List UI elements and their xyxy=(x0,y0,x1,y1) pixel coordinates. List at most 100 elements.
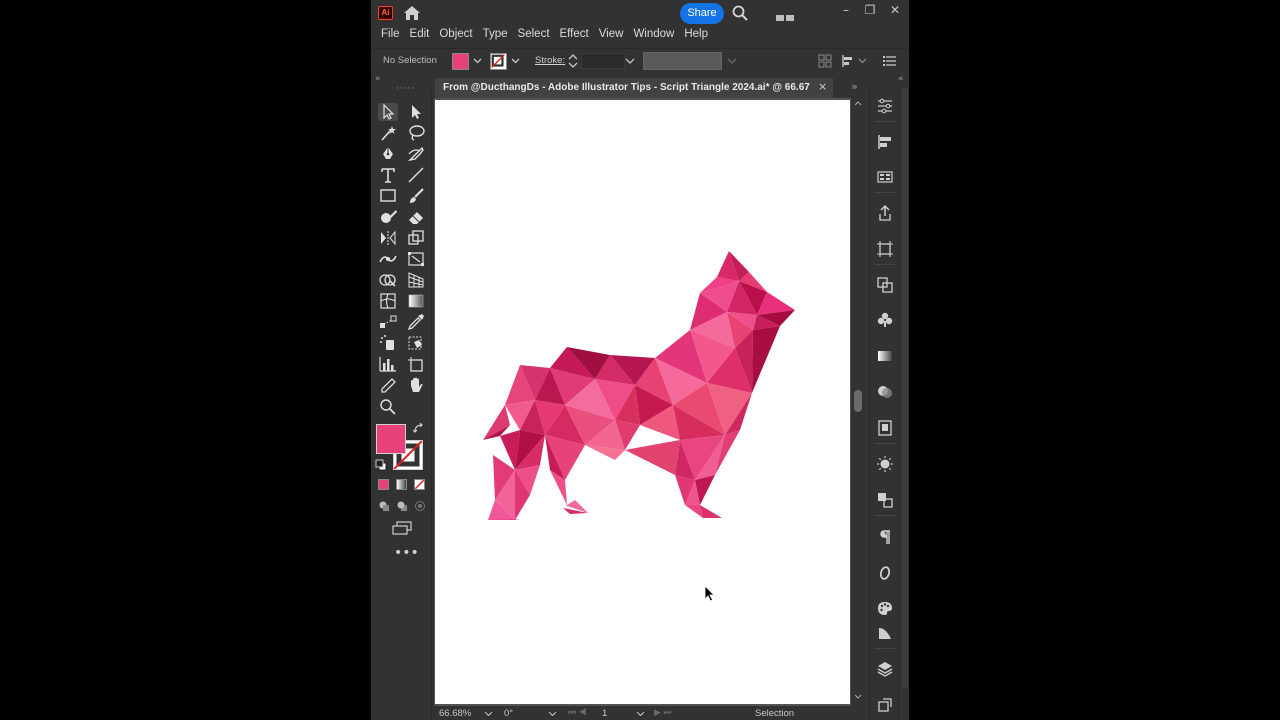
stroke-weight-field[interactable] xyxy=(581,53,625,69)
draw-behind-icon[interactable] xyxy=(396,500,408,512)
restore-button[interactable]: ❐ xyxy=(859,2,881,18)
layers-icon[interactable] xyxy=(876,660,894,678)
menu-select[interactable]: Select xyxy=(513,25,555,45)
menu-edit[interactable]: Edit xyxy=(405,25,435,45)
swap-fill-stroke-icon[interactable] xyxy=(413,423,425,435)
scale-tool-icon[interactable] xyxy=(406,229,426,247)
properties-icon[interactable] xyxy=(876,97,894,115)
scroll-down-icon[interactable] xyxy=(854,694,862,700)
stroke-label[interactable]: Stroke: xyxy=(535,55,565,66)
align-icon[interactable] xyxy=(841,54,855,68)
transform-grid-icon[interactable] xyxy=(818,54,832,68)
chevron-down-icon[interactable] xyxy=(511,56,520,65)
links-icon[interactable] xyxy=(876,696,894,714)
close-document-icon[interactable]: × xyxy=(818,80,827,93)
scroll-up-icon[interactable] xyxy=(854,100,862,106)
screen-mode-icon[interactable] xyxy=(391,521,413,536)
default-fill-stroke-icon[interactable] xyxy=(375,459,387,471)
home-icon[interactable] xyxy=(403,5,421,21)
draw-inside-icon[interactable] xyxy=(414,500,426,512)
blend-tool-icon[interactable] xyxy=(378,313,398,331)
pen-tool-icon[interactable] xyxy=(378,145,398,163)
panel-menu-icon[interactable] xyxy=(883,54,897,68)
direct-selection-tool-icon[interactable] xyxy=(406,103,426,121)
chevron-down-icon[interactable] xyxy=(484,710,493,718)
menu-type[interactable]: Type xyxy=(478,25,513,45)
expand-panels-icon[interactable]: » xyxy=(851,80,858,93)
chevron-down-icon[interactable] xyxy=(625,56,635,66)
fill-color-swatch[interactable] xyxy=(452,53,469,70)
artboard[interactable] xyxy=(435,100,850,704)
arrange-documents-icon[interactable] xyxy=(776,8,794,21)
magic-wand-tool-icon[interactable] xyxy=(378,124,398,142)
swatches-icon[interactable] xyxy=(876,624,894,642)
eraser-tool-icon[interactable] xyxy=(406,208,426,226)
asset-export-icon[interactable] xyxy=(876,204,894,222)
perspective-grid-tool-icon[interactable] xyxy=(406,271,426,289)
canvas[interactable] xyxy=(434,98,851,706)
chevron-down-icon[interactable] xyxy=(727,56,737,66)
rotation-angle[interactable]: 0° xyxy=(504,708,513,719)
paintbrush-tool-icon[interactable] xyxy=(406,187,426,205)
low-poly-dog-artwork[interactable] xyxy=(435,100,850,704)
transparency-icon[interactable] xyxy=(876,383,894,401)
lasso-tool-icon[interactable] xyxy=(406,124,426,142)
zoom-level[interactable]: 66.68% xyxy=(439,708,471,719)
vertical-scrollbar[interactable] xyxy=(851,98,865,706)
align-panel-icon[interactable] xyxy=(876,133,894,151)
symbol-sprayer-tool-icon[interactable] xyxy=(378,334,398,352)
edit-toolbar-icon[interactable]: ••• xyxy=(394,545,419,561)
menu-view[interactable]: View xyxy=(594,25,629,45)
color-guide-icon[interactable] xyxy=(876,599,894,617)
chevron-down-icon[interactable] xyxy=(548,710,557,718)
draw-normal-icon[interactable] xyxy=(378,500,390,512)
line-segment-tool-icon[interactable] xyxy=(406,166,426,184)
stroke-weight-stepper[interactable] xyxy=(567,52,579,70)
scrollbar-thumb[interactable] xyxy=(854,390,862,412)
rotate-tool-icon[interactable] xyxy=(378,229,398,247)
pathfinder-icon[interactable] xyxy=(876,276,894,294)
gradient-mode-icon[interactable] xyxy=(396,479,407,490)
menu-file[interactable]: File xyxy=(376,25,405,45)
selection-tool-icon[interactable] xyxy=(378,103,398,121)
free-transform-tool-icon[interactable] xyxy=(406,250,426,268)
type-tool-icon[interactable] xyxy=(378,166,398,184)
gradient-tool-icon[interactable] xyxy=(406,292,426,310)
menu-window[interactable]: Window xyxy=(628,25,679,45)
graphic-styles-icon[interactable] xyxy=(876,491,894,509)
appearance-icon[interactable] xyxy=(876,455,894,473)
artboard-number[interactable]: 1 xyxy=(602,708,607,719)
menu-help[interactable]: Help xyxy=(679,25,713,45)
shaper-tool-icon[interactable] xyxy=(378,208,398,226)
next-artboard-icon[interactable]: ▶ ⏭ xyxy=(654,707,672,718)
stroke-color-swatch[interactable] xyxy=(490,53,507,70)
share-button[interactable]: Share xyxy=(680,3,724,24)
transform-panel-icon[interactable] xyxy=(876,168,894,186)
menu-object[interactable]: Object xyxy=(434,25,477,45)
rectangle-tool-icon[interactable] xyxy=(378,187,398,205)
first-artboard-icon[interactable]: ⏮ ◀ xyxy=(568,707,587,718)
opentype-icon[interactable] xyxy=(876,564,894,582)
mesh-tool-icon[interactable] xyxy=(378,292,398,310)
menu-effect[interactable]: Effect xyxy=(555,25,594,45)
gradient-panel-icon[interactable] xyxy=(876,347,894,365)
none-mode-icon[interactable] xyxy=(414,479,425,490)
color-mode-icon[interactable] xyxy=(378,479,389,490)
artboard-tool-icon[interactable] xyxy=(406,355,426,373)
slice-tool-icon[interactable] xyxy=(378,376,398,394)
width-tool-icon[interactable] xyxy=(378,250,398,268)
collapse-dock-icon[interactable]: « xyxy=(898,74,904,84)
paragraph-icon[interactable] xyxy=(876,528,894,546)
chevron-down-icon[interactable] xyxy=(636,710,645,718)
chevron-down-icon[interactable] xyxy=(473,56,482,65)
dock-scrollbar[interactable] xyxy=(902,88,908,688)
fill-color-box[interactable] xyxy=(376,424,406,454)
document-tab[interactable]: From @DucthangDs - Adobe Illustrator Tip… xyxy=(435,78,833,98)
live-paint-bucket-tool-icon[interactable] xyxy=(406,334,426,352)
chevron-down-icon[interactable] xyxy=(858,56,867,65)
shape-builder-tool-icon[interactable] xyxy=(378,271,398,289)
symbols-icon[interactable] xyxy=(876,311,894,329)
current-tool-status[interactable]: Selection xyxy=(755,708,794,719)
hand-tool-icon[interactable] xyxy=(406,376,426,394)
collapse-toolbar-icon[interactable]: « xyxy=(375,74,381,84)
